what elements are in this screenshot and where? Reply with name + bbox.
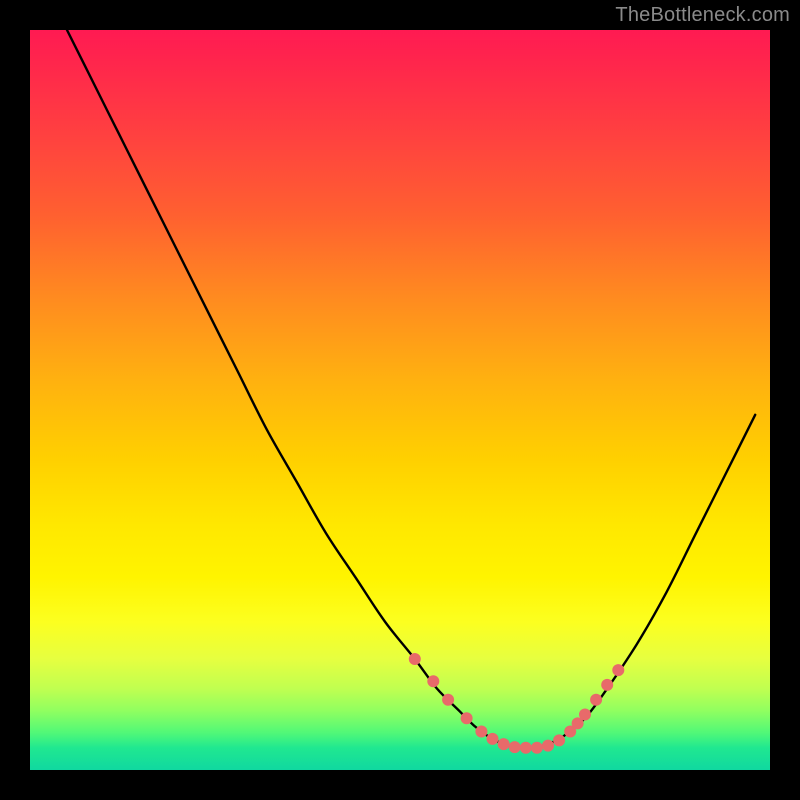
watermark-text: TheBottleneck.com (615, 4, 790, 27)
highlight-dot (553, 734, 565, 746)
highlight-dot (509, 741, 521, 753)
chart-frame: TheBottleneck.com (0, 0, 800, 800)
highlight-dot (520, 742, 532, 754)
highlight-dot (590, 694, 602, 706)
highlight-dot (579, 709, 591, 721)
highlight-dot (487, 733, 499, 745)
highlight-dot (461, 712, 473, 724)
highlight-dot (409, 653, 421, 665)
highlight-dot (612, 664, 624, 676)
highlight-dots-group (409, 653, 625, 754)
highlight-dot (542, 740, 554, 752)
highlight-dot (601, 679, 613, 691)
plot-area (30, 30, 770, 770)
highlight-dot (475, 726, 487, 738)
highlight-dot (498, 738, 510, 750)
highlight-dot (427, 675, 439, 687)
curve-svg (30, 30, 770, 770)
highlight-dot (531, 742, 543, 754)
highlight-dot (442, 694, 454, 706)
bottleneck-curve-path (67, 30, 755, 748)
